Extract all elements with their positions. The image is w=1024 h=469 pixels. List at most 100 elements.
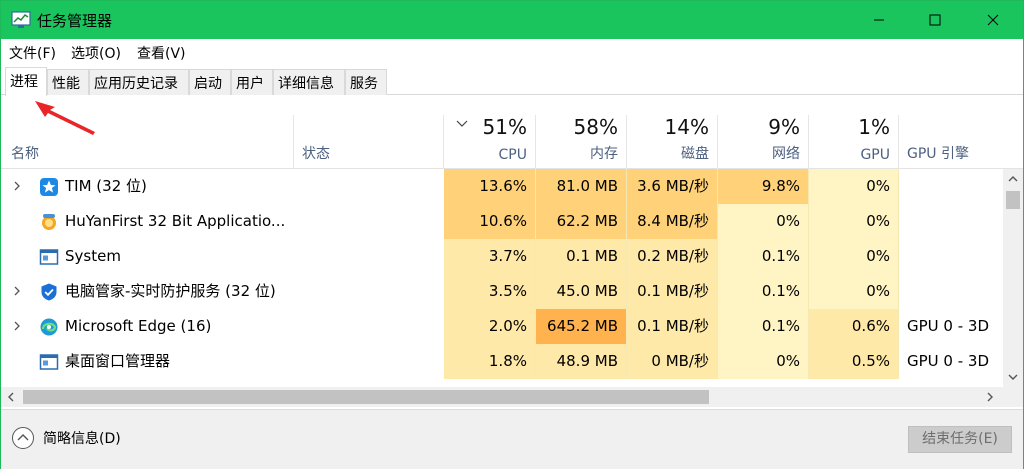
menu-options[interactable]: 选项(O): [71, 43, 121, 63]
chevron-left-icon: [8, 392, 14, 402]
table-row[interactable]: Microsoft Edge (16) 2.0% 645.2 MB 0.1 MB/秒 0…: [1, 309, 1003, 344]
title-bar[interactable]: 任务管理器: [1, 1, 1023, 39]
process-gpu-cell: 0%: [809, 169, 899, 204]
process-cpu-cell: 13.6%: [444, 169, 536, 204]
less-details-label: 简略信息(D): [43, 431, 121, 447]
table-row[interactable]: HuYanFirst 32 Bit Applicatio... 10.6% 62.2…: [1, 204, 1003, 239]
process-network-cell: 9.8%: [718, 169, 809, 204]
column-memory-label: 内存: [590, 146, 618, 162]
minimize-button[interactable]: [853, 1, 905, 39]
column-header-gpu-engine[interactable]: GPU 引擎: [899, 115, 1023, 169]
process-cpu-cell: 10.6%: [444, 204, 536, 239]
table-row[interactable]: 电脑管家-实时防护服务 (32 位) 3.5% 45.0 MB 0.1 MB/秒 0.1…: [1, 274, 1003, 309]
column-gpu-label: GPU: [860, 147, 890, 163]
process-cpu-cell: 3.7%: [444, 239, 536, 274]
tim-star-icon: [39, 177, 59, 197]
maximize-icon: [929, 14, 941, 26]
menu-file[interactable]: 文件(F): [9, 43, 56, 63]
scroll-down-button[interactable]: [1004, 368, 1022, 386]
process-list: TIM (32 位) 13.6% 81.0 MB 3.6 MB/秒 9.8% 0% HuYa…: [1, 169, 1003, 387]
close-icon: [987, 14, 999, 26]
expand-chevron-right-icon[interactable]: [11, 285, 23, 297]
maximize-button[interactable]: [909, 1, 961, 39]
process-memory-cell: 81.0 MB: [536, 169, 627, 204]
scroll-left-button[interactable]: [2, 388, 20, 406]
tab-bar: 进程 性能 应用历史记录 启动 用户 详细信息 服务: [1, 67, 1023, 96]
cpu-total: 51%: [482, 115, 527, 139]
column-header-name[interactable]: 名称: [1, 115, 294, 169]
process-network-cell: 0.1%: [718, 309, 809, 344]
tab-details[interactable]: 详细信息: [273, 69, 345, 95]
column-header-row: 名称 状态 51% CPU 58% 内存 14% 磁盘 9% 网络 1% GPU…: [1, 115, 1023, 169]
scroll-right-button[interactable]: [981, 388, 999, 406]
process-disk-cell: 3.6 MB/秒: [627, 169, 718, 204]
expand-chevron-right-icon[interactable]: [11, 320, 23, 332]
process-gpu-cell: 0.6%: [809, 309, 899, 344]
process-name: Microsoft Edge (16): [65, 317, 212, 335]
table-row[interactable]: System 3.7% 0.1 MB 0.2 MB/秒 0.1% 0%: [1, 239, 1003, 274]
column-header-disk[interactable]: 14% 磁盘: [627, 115, 718, 169]
column-header-memory[interactable]: 58% 内存: [536, 115, 627, 169]
column-header-status[interactable]: 状态: [294, 115, 444, 169]
horizontal-scrollbar[interactable]: [1, 387, 1023, 407]
process-disk-cell: 0.2 MB/秒: [627, 239, 718, 274]
tab-services[interactable]: 服务: [345, 69, 387, 95]
process-disk-cell: 0.1 MB/秒: [627, 309, 718, 344]
process-gpu-engine-cell: [899, 239, 1003, 274]
tab-processes[interactable]: 进程: [5, 67, 47, 96]
process-gpu-engine-cell: GPU 0 - 3D: [907, 352, 990, 370]
footer-bar: 简略信息(D) 结束任务(E): [1, 409, 1023, 469]
horizontal-scroll-thumb[interactable]: [23, 390, 709, 404]
chevron-up-circle-icon: [12, 427, 34, 449]
process-name: TIM (32 位): [65, 177, 147, 195]
table-row[interactable]: TIM (32 位) 13.6% 81.0 MB 3.6 MB/秒 9.8% 0%: [1, 169, 1003, 204]
process-gpu-engine-cell: [899, 204, 1003, 239]
process-memory-cell: 645.2 MB: [536, 309, 627, 344]
column-status-label: 状态: [302, 146, 330, 162]
process-gpu-engine-cell: [899, 274, 1003, 309]
column-header-cpu[interactable]: 51% CPU: [444, 115, 536, 169]
column-gpu-engine-label: GPU 引擎: [907, 146, 969, 162]
process-memory-cell: 45.0 MB: [536, 274, 627, 309]
column-header-network[interactable]: 9% 网络: [718, 115, 809, 169]
process-name: System: [65, 247, 121, 265]
process-network-cell: 0%: [718, 344, 809, 379]
chevron-up-icon: [1008, 176, 1018, 182]
vertical-scrollbar[interactable]: [1003, 169, 1023, 387]
less-details-button[interactable]: 简略信息(D): [11, 426, 121, 450]
process-disk-cell: 0 MB/秒: [627, 344, 718, 379]
tab-app-history[interactable]: 应用历史记录: [89, 69, 189, 95]
tab-performance[interactable]: 性能: [47, 69, 89, 95]
menu-view[interactable]: 查看(V): [137, 43, 186, 63]
gpu-total: 1%: [858, 115, 890, 139]
process-name: 桌面窗口管理器: [65, 352, 171, 370]
expand-chevron-right-icon[interactable]: [11, 180, 23, 192]
close-button[interactable]: [967, 1, 1019, 39]
column-cpu-label: CPU: [498, 147, 527, 163]
shield-icon: [39, 282, 59, 302]
column-header-gpu[interactable]: 1% GPU: [809, 115, 899, 169]
tab-startup[interactable]: 启动: [189, 69, 231, 95]
column-network-label: 网络: [772, 146, 800, 162]
vertical-scroll-thumb[interactable]: [1006, 191, 1020, 209]
minimize-icon: [874, 19, 884, 21]
tab-users[interactable]: 用户: [231, 69, 273, 95]
column-disk-label: 磁盘: [681, 146, 709, 162]
process-gpu-engine-cell: GPU 0 - 3D: [907, 317, 990, 335]
end-task-button[interactable]: 结束任务(E): [908, 426, 1012, 453]
table-row[interactable]: 桌面窗口管理器 1.8% 48.9 MB 0 MB/秒 0% 0.5% GPU 0 - 3D: [1, 344, 1003, 379]
process-memory-cell: 0.1 MB: [536, 239, 627, 274]
process-gpu-cell: 0%: [809, 239, 899, 274]
task-manager-window: 任务管理器 文件(F) 选项(O) 查看(V) 进程 性能 应用历史记录 启动 …: [0, 0, 1024, 469]
process-cpu-cell: 2.0%: [444, 309, 536, 344]
process-memory-cell: 62.2 MB: [536, 204, 627, 239]
scroll-up-button[interactable]: [1004, 170, 1022, 188]
system-window-icon: [39, 247, 59, 267]
huyan-app-icon: [39, 212, 59, 232]
chevron-right-icon: [987, 392, 993, 402]
process-network-cell: 0.1%: [718, 274, 809, 309]
chevron-down-icon: [1008, 374, 1018, 380]
process-network-cell: 0%: [718, 204, 809, 239]
process-name: 电脑管家-实时防护服务 (32 位): [65, 282, 276, 300]
process-name: HuYanFirst 32 Bit Applicatio...: [65, 212, 286, 230]
